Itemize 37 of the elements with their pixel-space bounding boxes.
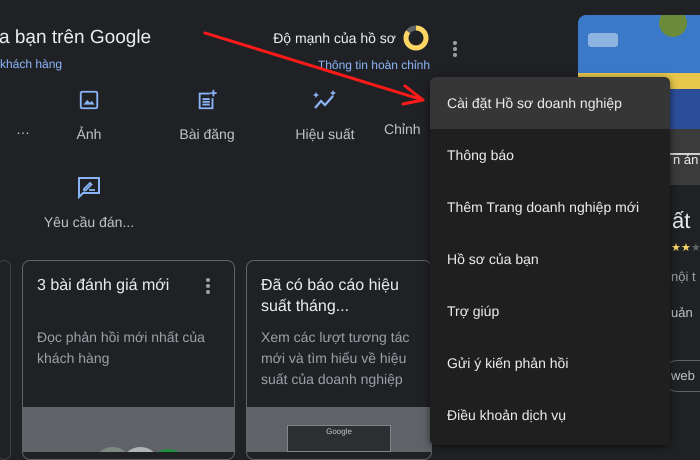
menu-item[interactable]: Thông báo <box>430 129 670 181</box>
post-add-icon <box>196 89 218 111</box>
menu-item[interactable]: Thêm Trang doanh nghiệp mới <box>430 181 670 233</box>
star-icon: ★ <box>681 241 691 255</box>
action-button[interactable]: Ảnh <box>30 88 148 176</box>
card-description: Đọc phản hồi mới nhất của khách hàng <box>37 328 206 368</box>
action-button[interactable]: Chỉnh <box>384 88 424 176</box>
menu-item[interactable]: Trợ giúp <box>430 285 670 337</box>
card-title: 3 bài đánh giá mới <box>37 276 170 296</box>
menu-item[interactable]: Hồ sơ của bạn <box>430 233 670 285</box>
card-description: Xem các lượt tương tác mới và tìm hiểu về hiệu suất của doanh nghiệp <box>261 328 410 389</box>
action-button[interactable]: Hiệu suất <box>266 88 384 176</box>
thumbnail-title: Google <box>326 426 352 438</box>
profile-status-link[interactable]: Thông tin hoàn chỉnh <box>318 56 430 74</box>
card[interactable]: 3 bài đánh giá mới Đọc phản hồi mới nhất của khách hàng <box>22 260 235 460</box>
card-menu-icon[interactable] <box>206 278 210 294</box>
progress-ring <box>402 24 430 52</box>
star-icon: ★ <box>671 241 681 255</box>
menu-item[interactable]: Cài đặt Hồ sơ doanh nghiệp <box>430 77 670 129</box>
menu-item[interactable]: Gửi ý kiến phản hồi <box>430 337 670 389</box>
photo-caption: n ản <box>673 151 698 169</box>
sparkle-chart-icon <box>312 89 338 111</box>
action-button[interactable]: Bài đăng <box>148 88 266 176</box>
more-options-icon[interactable] <box>453 41 457 57</box>
business-category: nội t <box>671 268 697 286</box>
action-button[interactable]: … <box>0 88 30 176</box>
profile-strength-label: Độ mạnh của hồ sơ <box>273 28 396 48</box>
star-icon: ★ <box>691 241 700 255</box>
business-name: ất <box>672 207 692 235</box>
reviews-link[interactable]: khách hàng <box>0 54 250 72</box>
image-icon <box>78 89 100 111</box>
card[interactable]: Đã có báo cáo hiệu suất tháng... Xem các lượt tương tác mới và tìm hiểu về hiệu suất của doanh nghiệp Google <box>246 260 432 460</box>
business-address: uản <box>671 304 694 322</box>
card-title: Đã có báo cáo hiệu suất tháng... <box>261 276 400 317</box>
review-icon <box>77 176 101 200</box>
page-title: a bạn trên Google <box>0 26 152 50</box>
menu-item[interactable]: Điều khoản dịch vụ <box>430 389 670 441</box>
